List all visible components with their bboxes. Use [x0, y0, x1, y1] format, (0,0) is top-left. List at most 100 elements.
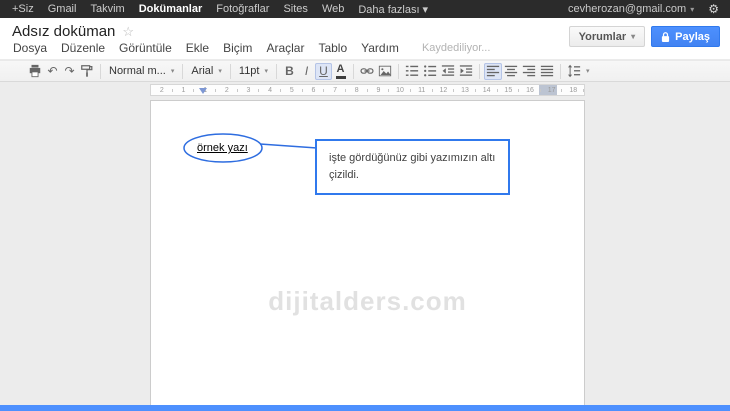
toolbar-separator [182, 64, 183, 79]
font-size-dropdown[interactable]: 11pt ▾ [235, 65, 272, 77]
title-row: Adsız doküman ☆ [12, 23, 134, 40]
annotation-callout-text: işte gördüğünüz gibi yazımızın altı çizi… [329, 152, 495, 181]
comments-button-label: Yorumlar [579, 31, 626, 43]
styles-dropdown[interactable]: Normal m... ▾ [105, 65, 178, 77]
topbar-item-daha-fazlasi[interactable]: Daha fazlası ▾ [351, 3, 435, 16]
header-buttons: Yorumlar ▾ Paylaş [569, 26, 720, 47]
menu-araclar[interactable]: Araçlar [259, 39, 311, 57]
toolbar-separator [230, 64, 231, 79]
toolbar-separator [276, 64, 277, 79]
outdent-button[interactable] [439, 63, 457, 80]
ruler-number: 3 [238, 85, 260, 95]
document-page[interactable]: örnek yazı işte gördüğünüz gibi yazımızı… [150, 100, 585, 410]
font-dropdown-value: Arial [191, 65, 213, 77]
insert-image-button[interactable] [376, 63, 394, 80]
text-color-letter: A [337, 64, 345, 75]
ruler[interactable]: 21123456789101112131415161718 [150, 84, 585, 96]
chevron-down-icon: ▾ [264, 67, 268, 75]
sample-text[interactable]: örnek yazı [197, 142, 248, 154]
menu-yardim[interactable]: Yardım [354, 39, 406, 57]
line-spacing-button[interactable]: ▾ [565, 63, 592, 80]
align-right-button[interactable] [520, 63, 538, 80]
bottom-bar [0, 405, 730, 411]
toolbar-separator [479, 64, 480, 79]
chevron-down-icon: ▾ [218, 67, 222, 75]
topbar-item-plus-siz[interactable]: +Siz [5, 3, 41, 15]
annotation-callout: işte gördüğünüz gibi yazımızın altı çizi… [315, 139, 510, 195]
topbar-item-dokumanlar[interactable]: Dokümanlar [132, 3, 210, 15]
document-header: Adsız doküman ☆ Dosya Düzenle Görüntüle … [0, 18, 730, 60]
text-color-button[interactable]: A [332, 63, 349, 80]
print-button[interactable] [26, 63, 44, 80]
document-title[interactable]: Adsız doküman [12, 23, 115, 40]
menu-duzenle[interactable]: Düzenle [54, 39, 112, 57]
topbar-item-sites[interactable]: Sites [276, 3, 314, 15]
account-menu[interactable]: cevherozan@gmail.com ▾ [568, 3, 694, 15]
ruler-number: 15 [498, 85, 520, 95]
menu-ekle[interactable]: Ekle [179, 39, 216, 57]
google-top-bar: +Siz Gmail Takvim Dokümanlar Fotoğraflar… [0, 0, 730, 18]
ruler-number: 11 [411, 85, 433, 95]
save-status: Kaydediliyor... [422, 42, 490, 54]
underline-button[interactable]: U [315, 63, 332, 80]
ruler-numbers: 21123456789101112131415161718 [151, 85, 584, 95]
toolbar-separator [560, 64, 561, 79]
numbered-list-button[interactable] [403, 63, 421, 80]
styles-dropdown-value: Normal m... [109, 65, 166, 77]
account-email: cevherozan@gmail.com [568, 3, 686, 15]
insert-link-button[interactable] [358, 63, 376, 80]
align-justify-button[interactable] [538, 63, 556, 80]
font-size-dropdown-value: 11pt [239, 65, 260, 77]
ruler-number: 17 [541, 85, 563, 95]
share-button-label: Paylaş [675, 31, 710, 43]
ruler-number: 18 [562, 85, 584, 95]
chevron-down-icon: ▾ [690, 5, 694, 14]
ruler-number: 16 [519, 85, 541, 95]
ruler-number: 8 [346, 85, 368, 95]
topbar-item-takvim[interactable]: Takvim [83, 3, 131, 15]
annotation-connector [260, 144, 317, 148]
toolbar-separator [398, 64, 399, 79]
ruler-number: 12 [433, 85, 455, 95]
topbar-item-web[interactable]: Web [315, 3, 351, 15]
align-left-button[interactable] [484, 63, 502, 80]
indent-button[interactable] [457, 63, 475, 80]
ruler-number: 14 [476, 85, 498, 95]
share-button[interactable]: Paylaş [651, 26, 720, 47]
ruler-number: 13 [454, 85, 476, 95]
menu-bicim[interactable]: Biçim [216, 39, 259, 57]
chevron-down-icon: ▾ [171, 67, 175, 75]
chevron-down-icon: ▾ [631, 32, 635, 41]
ruler-number: 2 [151, 85, 173, 95]
star-icon[interactable]: ☆ [122, 24, 134, 40]
bold-button[interactable]: B [281, 63, 298, 80]
watermark: dijitalders.com [151, 286, 584, 317]
ruler-number: 7 [324, 85, 346, 95]
ruler-number: 5 [281, 85, 303, 95]
paint-format-button[interactable] [78, 63, 96, 80]
comments-button[interactable]: Yorumlar ▾ [569, 26, 646, 47]
ruler-number: 6 [303, 85, 325, 95]
ruler-number: 9 [368, 85, 390, 95]
toolbar-separator [100, 64, 101, 79]
ruler-number: 10 [389, 85, 411, 95]
redo-button[interactable]: ↷ [61, 63, 78, 80]
topbar-item-fotograflar[interactable]: Fotoğraflar [209, 3, 276, 15]
menu-tablo[interactable]: Tablo [311, 39, 354, 57]
indent-marker[interactable] [199, 88, 207, 94]
toolbar-separator [353, 64, 354, 79]
topbar-item-gmail[interactable]: Gmail [41, 3, 84, 15]
gear-icon[interactable]: ⚙ [702, 2, 725, 16]
ruler-number: 2 [216, 85, 238, 95]
ruler-number: 4 [259, 85, 281, 95]
text-color-bar [336, 76, 346, 79]
undo-button[interactable]: ↶ [44, 63, 61, 80]
menu-goruntule[interactable]: Görüntüle [112, 39, 179, 57]
font-dropdown[interactable]: Arial ▾ [187, 65, 226, 77]
italic-button[interactable]: I [298, 63, 315, 80]
align-center-button[interactable] [502, 63, 520, 80]
ruler-number: 1 [173, 85, 195, 95]
lock-icon [661, 31, 670, 43]
menu-dosya[interactable]: Dosya [6, 39, 54, 57]
bullet-list-button[interactable] [421, 63, 439, 80]
